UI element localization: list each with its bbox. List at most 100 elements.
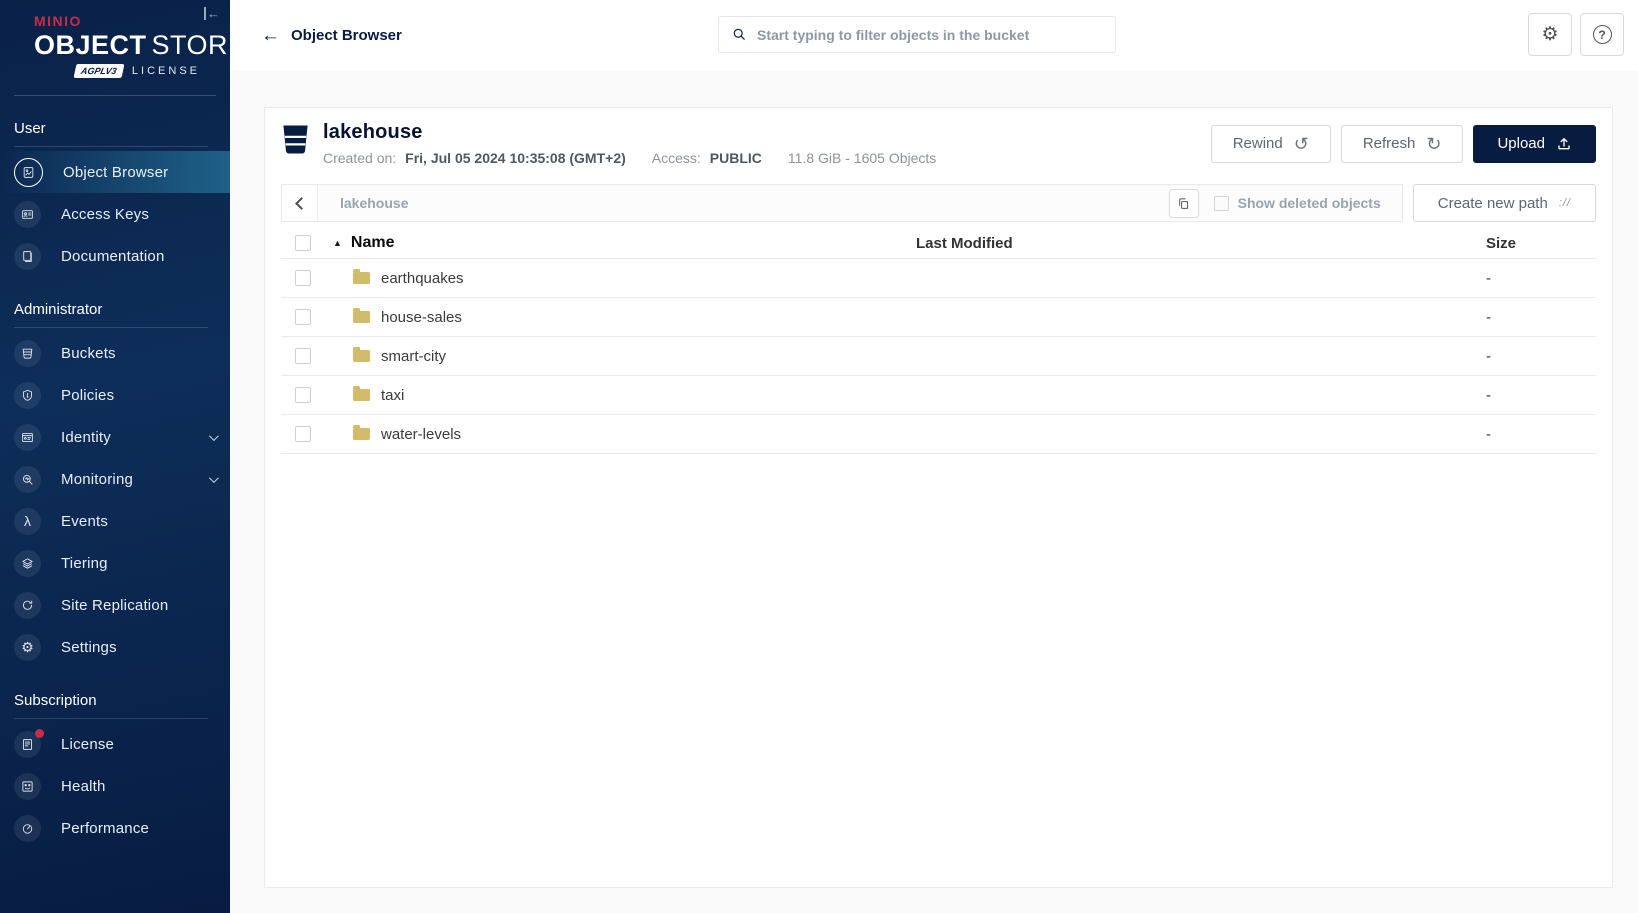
object-name[interactable]: taxi bbox=[381, 387, 404, 404]
minio-console: ← MINIO OBJECTSTORE AGPLV3 LICENSE User … bbox=[0, 0, 1638, 913]
settings-button[interactable]: ⚙ bbox=[1528, 13, 1572, 56]
access-keys-icon bbox=[14, 200, 41, 228]
bucket-name: lakehouse bbox=[323, 121, 423, 143]
folder-icon bbox=[353, 308, 370, 323]
object-browser-icon bbox=[14, 157, 43, 187]
refresh-icon: ↻ bbox=[1426, 133, 1442, 154]
sidebar-item-license[interactable]: License bbox=[0, 723, 230, 765]
bucket-icon bbox=[281, 123, 310, 162]
objects-table: ▲ Name Last Modified Size earthquakes - bbox=[281, 228, 1596, 454]
divider bbox=[14, 327, 208, 328]
path-bar: lakehouse Show deleted objects bbox=[281, 184, 1403, 222]
show-deleted-checkbox[interactable] bbox=[1213, 195, 1229, 211]
row-checkbox[interactable] bbox=[295, 270, 311, 286]
folder-icon bbox=[353, 386, 370, 401]
sidebar-section-user: User Object Browser Access Keys Document… bbox=[0, 120, 230, 277]
agpl-badge: AGPLV3 bbox=[73, 64, 125, 78]
table-row[interactable]: water-levels - bbox=[281, 415, 1596, 454]
policies-icon bbox=[14, 381, 41, 409]
create-new-path-button[interactable]: Create new path :// bbox=[1412, 184, 1596, 222]
row-checkbox[interactable] bbox=[295, 387, 311, 403]
bucket-actions: Rewind ↺ Refresh ↻ Upload bbox=[1210, 124, 1596, 163]
search-input[interactable] bbox=[757, 26, 1102, 43]
help-button[interactable]: ? bbox=[1580, 13, 1624, 56]
table-header: ▲ Name Last Modified Size bbox=[281, 228, 1596, 259]
health-icon bbox=[14, 772, 41, 800]
folder-icon bbox=[353, 425, 370, 440]
buckets-icon bbox=[14, 339, 41, 367]
main-area: ← Object Browser ⚙ ? bbox=[230, 0, 1638, 913]
path-icon: :// bbox=[1558, 197, 1571, 209]
sidebar-item-settings[interactable]: ⚙ Settings bbox=[0, 626, 230, 668]
object-name[interactable]: smart-city bbox=[381, 348, 446, 365]
upload-button[interactable]: Upload bbox=[1473, 124, 1596, 163]
minio-logo: MINIO OBJECTSTORE AGPLV3 LICENSE bbox=[0, 0, 230, 78]
object-filter-search bbox=[718, 16, 1116, 53]
tiering-icon bbox=[14, 549, 41, 577]
path-row: lakehouse Show deleted objects Create ne… bbox=[281, 184, 1596, 222]
sort-ascending-icon: ▲ bbox=[333, 238, 342, 248]
row-checkbox[interactable] bbox=[295, 309, 311, 325]
sidebar-item-performance[interactable]: Performance bbox=[0, 807, 230, 849]
object-size: - bbox=[1486, 308, 1491, 326]
divider bbox=[14, 146, 208, 147]
table-row[interactable]: taxi - bbox=[281, 376, 1596, 415]
sidebar-item-documentation[interactable]: Documentation bbox=[0, 235, 230, 277]
object-size: - bbox=[1486, 386, 1491, 404]
sidebar-item-events[interactable]: λ Events bbox=[0, 500, 230, 542]
table-row[interactable]: earthquakes - bbox=[281, 259, 1596, 298]
license-row: AGPLV3 LICENSE bbox=[34, 64, 230, 78]
license-notification-dot bbox=[35, 728, 44, 738]
object-size: - bbox=[1486, 425, 1491, 443]
chevron-down-icon[interactable] bbox=[208, 430, 219, 441]
license-icon bbox=[14, 728, 44, 758]
chevron-down-icon[interactable] bbox=[208, 472, 219, 483]
column-header-name[interactable]: ▲ Name bbox=[325, 234, 916, 252]
back-arrow-icon[interactable]: ← bbox=[261, 26, 280, 45]
access-value[interactable]: PUBLIC bbox=[710, 150, 762, 166]
bucket-usage: 11.8 GiB - 1605 Objects bbox=[787, 150, 937, 166]
bucket-info: lakehouse Created on: Fri, Jul 05 2024 1… bbox=[323, 121, 936, 166]
sidebar-item-site-replication[interactable]: Site Replication bbox=[0, 584, 230, 626]
sidebar-item-monitoring[interactable]: Monitoring bbox=[0, 458, 230, 500]
column-header-last-modified[interactable]: Last Modified bbox=[916, 235, 1446, 252]
divider bbox=[14, 718, 208, 719]
row-checkbox[interactable] bbox=[295, 348, 311, 364]
table-row[interactable]: smart-city - bbox=[281, 337, 1596, 376]
row-checkbox[interactable] bbox=[295, 426, 311, 442]
sidebar-item-policies[interactable]: Policies bbox=[0, 374, 230, 416]
object-size: - bbox=[1486, 347, 1491, 365]
settings-icon: ⚙ bbox=[14, 633, 41, 661]
folder-icon bbox=[353, 347, 370, 362]
object-name[interactable]: earthquakes bbox=[381, 270, 464, 287]
minio-brand: MINIO bbox=[34, 13, 82, 29]
gear-icon: ⚙ bbox=[1541, 24, 1559, 45]
bucket-meta: Created on: Fri, Jul 05 2024 10:35:08 (G… bbox=[323, 150, 936, 166]
sidebar-item-buckets[interactable]: Buckets bbox=[0, 332, 230, 374]
events-icon: λ bbox=[14, 507, 41, 535]
object-name[interactable]: house-sales bbox=[381, 309, 462, 326]
performance-icon bbox=[14, 814, 41, 842]
sidebar-item-tiering[interactable]: Tiering bbox=[0, 542, 230, 584]
sidebar-item-health[interactable]: Health bbox=[0, 765, 230, 807]
sidebar-item-access-keys[interactable]: Access Keys bbox=[0, 193, 230, 235]
rewind-button[interactable]: Rewind ↺ bbox=[1210, 124, 1331, 163]
current-path: lakehouse bbox=[340, 195, 409, 211]
page-header: ← Object Browser bbox=[261, 0, 402, 71]
object-name[interactable]: water-levels bbox=[381, 426, 461, 443]
collapse-sidebar-icon[interactable]: ← bbox=[204, 7, 220, 20]
refresh-button[interactable]: Refresh ↻ bbox=[1340, 124, 1464, 163]
select-all-checkbox[interactable] bbox=[295, 235, 311, 251]
column-header-size[interactable]: Size bbox=[1446, 235, 1596, 252]
help-icon: ? bbox=[1592, 25, 1612, 44]
navigate-back-button[interactable] bbox=[282, 185, 318, 221]
object-size: - bbox=[1486, 269, 1491, 287]
copy-path-button[interactable] bbox=[1168, 188, 1199, 218]
show-deleted-label: Show deleted objects bbox=[1237, 195, 1381, 211]
bucket-header: lakehouse Created on: Fri, Jul 05 2024 1… bbox=[281, 121, 1596, 166]
content-area: lakehouse Created on: Fri, Jul 05 2024 1… bbox=[230, 71, 1638, 913]
copy-icon bbox=[1179, 197, 1189, 209]
table-row[interactable]: house-sales - bbox=[281, 298, 1596, 337]
sidebar-item-identity[interactable]: Identity bbox=[0, 416, 230, 458]
sidebar-item-object-browser[interactable]: Object Browser bbox=[0, 151, 230, 193]
